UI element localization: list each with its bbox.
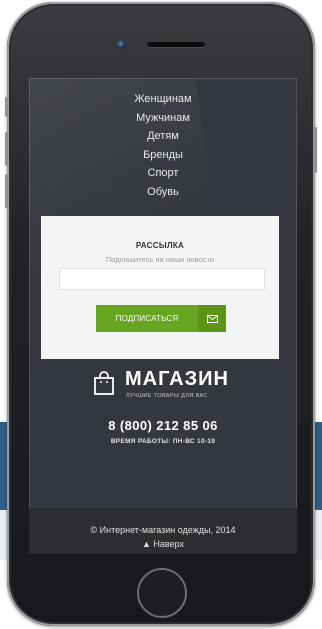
site-footer: © Интернет-магазин одежды, 2014 ▲ Наверх: [29, 508, 297, 554]
nav-link-sport[interactable]: Спорт: [29, 164, 297, 183]
copyright-text: © Интернет-магазин одежды, 2014: [90, 525, 236, 535]
subscribe-button[interactable]: ПОДПИСАТЬСЯ: [96, 305, 226, 332]
brand-tagline: ЛУЧШИЕ ТОВАРЫ ДЛЯ ВАС: [126, 393, 208, 399]
newsletter-title: РАССЫЛКА: [135, 241, 185, 250]
nav-link-women[interactable]: Женщинам: [29, 90, 297, 109]
brand-logo[interactable]: МАГАЗИН ЛУЧШИЕ ТОВАРЫ ДЛЯ ВАС: [93, 368, 253, 400]
phone-screen: Женщинам Мужчинам Детям Бренды Спорт Обу…: [29, 78, 297, 554]
newsletter-subtitle: Подпишитесь на наши новости: [105, 255, 215, 264]
footer-nav: Женщинам Мужчинам Детям Бренды Спорт Обу…: [29, 90, 297, 201]
subscribe-button-label: ПОДПИСАТЬСЯ: [115, 314, 179, 323]
nav-link-men[interactable]: Мужчинам: [29, 109, 297, 128]
shopping-bag-icon: [93, 371, 115, 400]
contact-phone[interactable]: 8 (800) 212 85 06: [29, 418, 297, 433]
front-camera: [117, 40, 126, 49]
nav-link-kids[interactable]: Детям: [29, 127, 297, 146]
nav-link-shoes[interactable]: Обувь: [29, 183, 297, 202]
volume-down-button: [5, 174, 8, 208]
back-to-top-link[interactable]: ▲ Наверх: [29, 539, 297, 549]
brand-name: МАГАЗИН: [125, 368, 229, 390]
working-hours: ВРЕМЯ РАБОТЫ: ПН-ВС 10-19: [110, 438, 216, 445]
newsletter-box: РАССЫЛКА Подпишитесь на наши новости ПОД…: [41, 216, 279, 359]
power-button: [314, 127, 317, 173]
nav-link-brands[interactable]: Бренды: [29, 146, 297, 165]
volume-up-button: [5, 132, 8, 166]
home-button[interactable]: [137, 568, 187, 618]
newsletter-email-input[interactable]: [59, 268, 265, 290]
earpiece-speaker: [147, 42, 205, 47]
mail-icon: [198, 305, 226, 332]
mute-switch: [5, 97, 8, 117]
